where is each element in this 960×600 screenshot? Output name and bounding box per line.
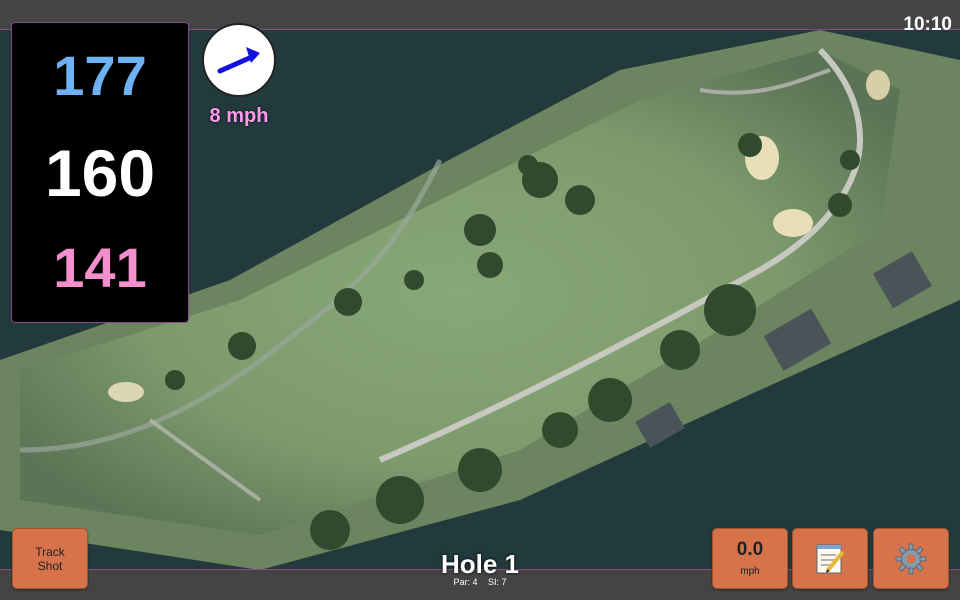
notepad-icon (816, 544, 845, 573)
hole-info: Par: 4 SI: 7 (380, 577, 580, 587)
speed-unit: mph (740, 566, 760, 577)
hole-par: Par: 4 (453, 577, 478, 587)
settings-button[interactable] (873, 528, 949, 589)
track-shot-label-2: Shot (37, 558, 63, 573)
hole-stroke-index: SI: 7 (488, 577, 507, 587)
back-distance: 177 (53, 44, 147, 107)
wind-indicator (202, 23, 276, 97)
speed-button[interactable]: 0.0 mph (712, 528, 788, 589)
wind-speed: 8 mph (209, 105, 269, 127)
hole-title: Hole 1 (440, 549, 520, 579)
distance-panel: 177 160 141 (11, 22, 189, 323)
notes-button[interactable] (792, 528, 868, 589)
speed-value: 0.0 (736, 539, 764, 560)
arrow-icon (217, 47, 260, 74)
gear-icon (895, 543, 927, 574)
front-distance: 141 (53, 236, 147, 299)
middle-distance: 160 (44, 136, 156, 210)
track-shot-button[interactable]: Track Shot (12, 528, 88, 589)
track-shot-label-1: Track (35, 544, 65, 559)
